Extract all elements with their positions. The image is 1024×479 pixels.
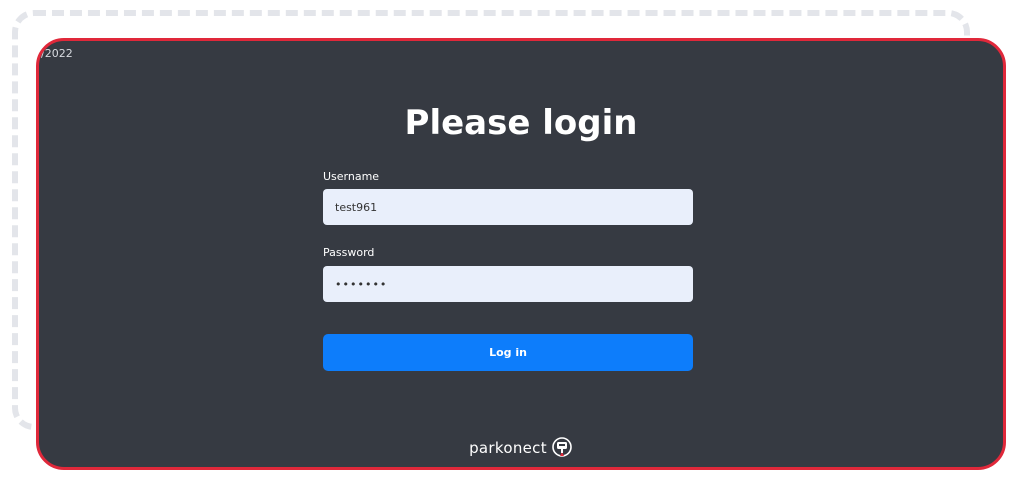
brand-logo: parkonect bbox=[39, 437, 1003, 459]
username-input[interactable] bbox=[323, 189, 693, 225]
password-input[interactable] bbox=[323, 266, 693, 302]
login-panel: /2022 Please login Username Password Log… bbox=[36, 38, 1006, 470]
login-button[interactable]: Log in bbox=[323, 334, 693, 371]
brand-name: parkonect bbox=[469, 439, 547, 457]
parking-meter-icon bbox=[551, 437, 573, 459]
date-text: /2022 bbox=[41, 47, 73, 60]
page-title: Please login bbox=[404, 103, 638, 143]
username-label: Username bbox=[323, 170, 380, 183]
password-label: Password bbox=[323, 246, 375, 259]
